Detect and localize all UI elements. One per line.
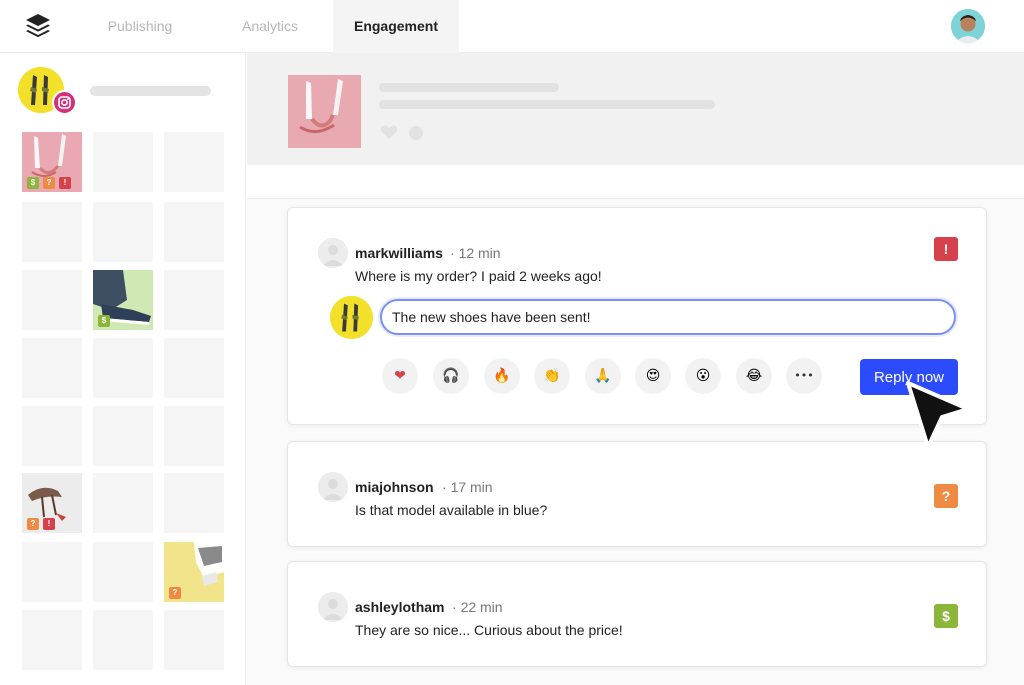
tile-badges: $ ? !	[27, 177, 71, 189]
more-emoji-button[interactable]: •••	[786, 358, 822, 394]
sidebar: $ ? ! $ ? ! ?	[0, 53, 246, 685]
post-tile[interactable]	[22, 542, 82, 602]
post-tile[interactable]	[93, 338, 153, 398]
post-tile[interactable]: $	[93, 270, 153, 330]
mouse-pointer-icon	[906, 381, 970, 449]
post-tile[interactable]	[22, 406, 82, 466]
sales-badge: $	[27, 177, 39, 189]
emoji-fire-button[interactable]: 🔥	[484, 358, 520, 394]
comment-timestamp: · 17 min	[442, 479, 493, 495]
comment-time-value: 22 min	[460, 599, 503, 615]
comment-time-value: 12 min	[458, 245, 501, 261]
post-tile[interactable]	[164, 132, 224, 192]
post-tile[interactable]	[164, 406, 224, 466]
heart-icon	[380, 125, 398, 139]
post-tile[interactable]	[164, 338, 224, 398]
emoji-heart-eyes-button[interactable]: 😍	[635, 358, 671, 394]
user-avatar[interactable]	[951, 9, 985, 43]
comment-card: ashleylotham · 22 min They are so nice..…	[287, 561, 987, 667]
account-name-placeholder	[90, 86, 211, 96]
comment-card: miajohnson · 17 min Is that model availa…	[287, 441, 987, 547]
emoji-headphones-button[interactable]: 🎧	[433, 358, 469, 394]
comment-timestamp: · 22 min	[452, 599, 503, 615]
reply-input[interactable]	[380, 299, 956, 335]
post-tile[interactable]: ? !	[22, 473, 82, 533]
comment-text: Where is my order? I paid 2 weeks ago!	[355, 268, 602, 284]
urgent-badge: !	[59, 177, 71, 189]
post-tile[interactable]	[164, 270, 224, 330]
comment-card: markwilliams · 12 min Where is my order?…	[287, 207, 987, 425]
post-tile[interactable]	[22, 202, 82, 262]
tile-badges: ?	[169, 587, 181, 599]
emoji-surprised-button[interactable]: 😮	[685, 358, 721, 394]
question-flag[interactable]: ?	[934, 484, 958, 508]
post-tile[interactable]	[93, 132, 153, 192]
comment-time-value: 17 min	[450, 479, 493, 495]
post-tile[interactable]	[93, 473, 153, 533]
comment-timestamp: · 12 min	[450, 245, 501, 261]
post-tile[interactable]: $ ? !	[22, 132, 82, 192]
urgent-badge: !	[43, 518, 55, 530]
caption-placeholder	[379, 83, 559, 92]
post-tile[interactable]: ?	[164, 542, 224, 602]
commenter-avatar	[318, 238, 348, 268]
post-tile[interactable]	[93, 202, 153, 262]
caption-placeholder	[379, 100, 715, 109]
sales-badge: $	[98, 315, 110, 327]
question-badge: ?	[27, 518, 39, 530]
commenter-avatar	[318, 592, 348, 622]
emoji-pray-button[interactable]: 🙏	[585, 358, 621, 394]
urgent-flag[interactable]: !	[934, 237, 958, 261]
post-thumbnail[interactable]	[288, 75, 361, 148]
top-navigation: Publishing Analytics Engagement	[0, 0, 1024, 53]
post-tile[interactable]	[22, 338, 82, 398]
emoji-heart-button[interactable]: ❤	[382, 358, 418, 394]
comment-username[interactable]: miajohnson	[355, 479, 434, 495]
comment-text: They are so nice... Curious about the pr…	[355, 622, 623, 638]
comment-username[interactable]: ashleylotham	[355, 599, 444, 615]
post-tile[interactable]	[22, 610, 82, 670]
instagram-icon	[52, 90, 77, 115]
post-tile[interactable]	[164, 202, 224, 262]
account-avatar	[330, 296, 373, 339]
tile-badges: $	[98, 315, 110, 327]
section-divider	[247, 165, 1024, 199]
tile-badges: ? !	[27, 518, 55, 530]
tab-analytics[interactable]: Analytics	[220, 0, 320, 53]
comment-username[interactable]: markwilliams	[355, 245, 443, 261]
comment-count-placeholder	[409, 126, 423, 140]
tab-publishing[interactable]: Publishing	[90, 0, 190, 53]
comment-text: Is that model available in blue?	[355, 502, 548, 518]
tab-engagement[interactable]: Engagement	[333, 0, 459, 53]
question-badge: ?	[169, 587, 181, 599]
emoji-laugh-button[interactable]: 😂	[736, 358, 772, 394]
post-tile[interactable]	[93, 542, 153, 602]
engagement-main: markwilliams · 12 min Where is my order?…	[247, 53, 1024, 685]
post-tile[interactable]	[164, 610, 224, 670]
post-header	[247, 53, 1024, 165]
post-tile[interactable]	[164, 473, 224, 533]
question-badge: ?	[43, 177, 55, 189]
post-tile[interactable]	[93, 610, 153, 670]
post-tile[interactable]	[93, 406, 153, 466]
emoji-clap-button[interactable]: 👏	[534, 358, 570, 394]
sales-flag[interactable]: $	[934, 604, 958, 628]
commenter-avatar	[318, 472, 348, 502]
buffer-logo-icon[interactable]	[24, 12, 52, 40]
post-tile[interactable]	[22, 270, 82, 330]
